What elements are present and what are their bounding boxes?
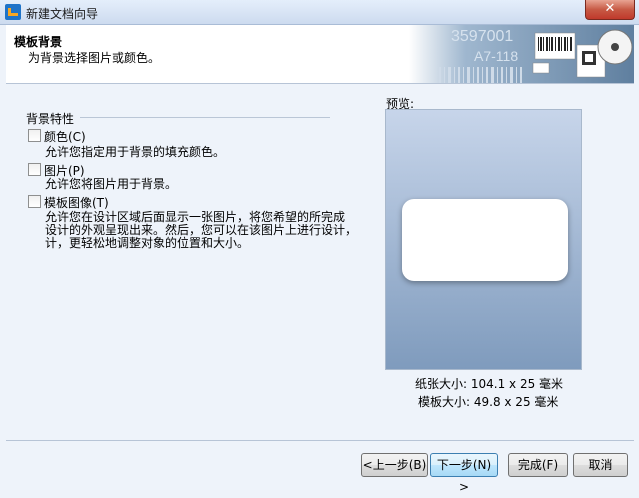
color-checkbox-label[interactable]: 颜色(C)	[44, 128, 86, 145]
svg-text:A7-118: A7-118	[474, 48, 518, 64]
close-icon: ✕	[604, 1, 616, 16]
template-size-text: 模板大小: 49.8 x 25 毫米	[418, 395, 559, 409]
template-image-description: 允许您在设计区域后面显示一张图片，将您希望的所完成 设计的外观呈现出来。然后，您…	[45, 210, 358, 250]
image-description: 允许您将图片用于背景。	[45, 177, 178, 191]
wizard-header: 模板背景 为背景选择图片或颜色。 3597001 A7-118	[6, 25, 634, 83]
next-button[interactable]: 下一步(N) >	[430, 453, 498, 494]
color-description: 允许您指定用于背景的填充颜色。	[45, 145, 226, 159]
svg-text:3597001: 3597001	[451, 28, 513, 45]
color-checkbox[interactable]	[28, 129, 41, 142]
page-subtitle: 为背景选择图片或颜色。	[28, 51, 161, 65]
template-image-checkbox-label[interactable]: 模板图像(T)	[44, 194, 109, 211]
template-image-checkbox[interactable]	[28, 195, 41, 208]
finish-button[interactable]: 完成(F)	[508, 453, 568, 477]
window-title: 新建文档向导	[26, 7, 99, 21]
group-divider	[80, 117, 330, 118]
close-button[interactable]: ✕	[585, 0, 635, 20]
back-button[interactable]: <上一步(B)	[361, 453, 428, 477]
background-properties-label: 背景特性	[26, 112, 75, 126]
preview-pane	[385, 109, 582, 370]
app-icon	[5, 4, 21, 20]
cancel-button[interactable]: 取消	[573, 453, 628, 477]
barcode-banner-image: 3597001 A7-118	[409, 25, 634, 83]
footer-divider	[6, 440, 634, 441]
paper-size-text: 纸张大小: 104.1 x 25 毫米	[415, 377, 564, 391]
label-preview	[402, 199, 568, 281]
image-checkbox[interactable]	[28, 163, 41, 176]
page-title: 模板背景	[14, 35, 63, 49]
title-bar: 新建文档向导 ✕	[0, 0, 639, 25]
